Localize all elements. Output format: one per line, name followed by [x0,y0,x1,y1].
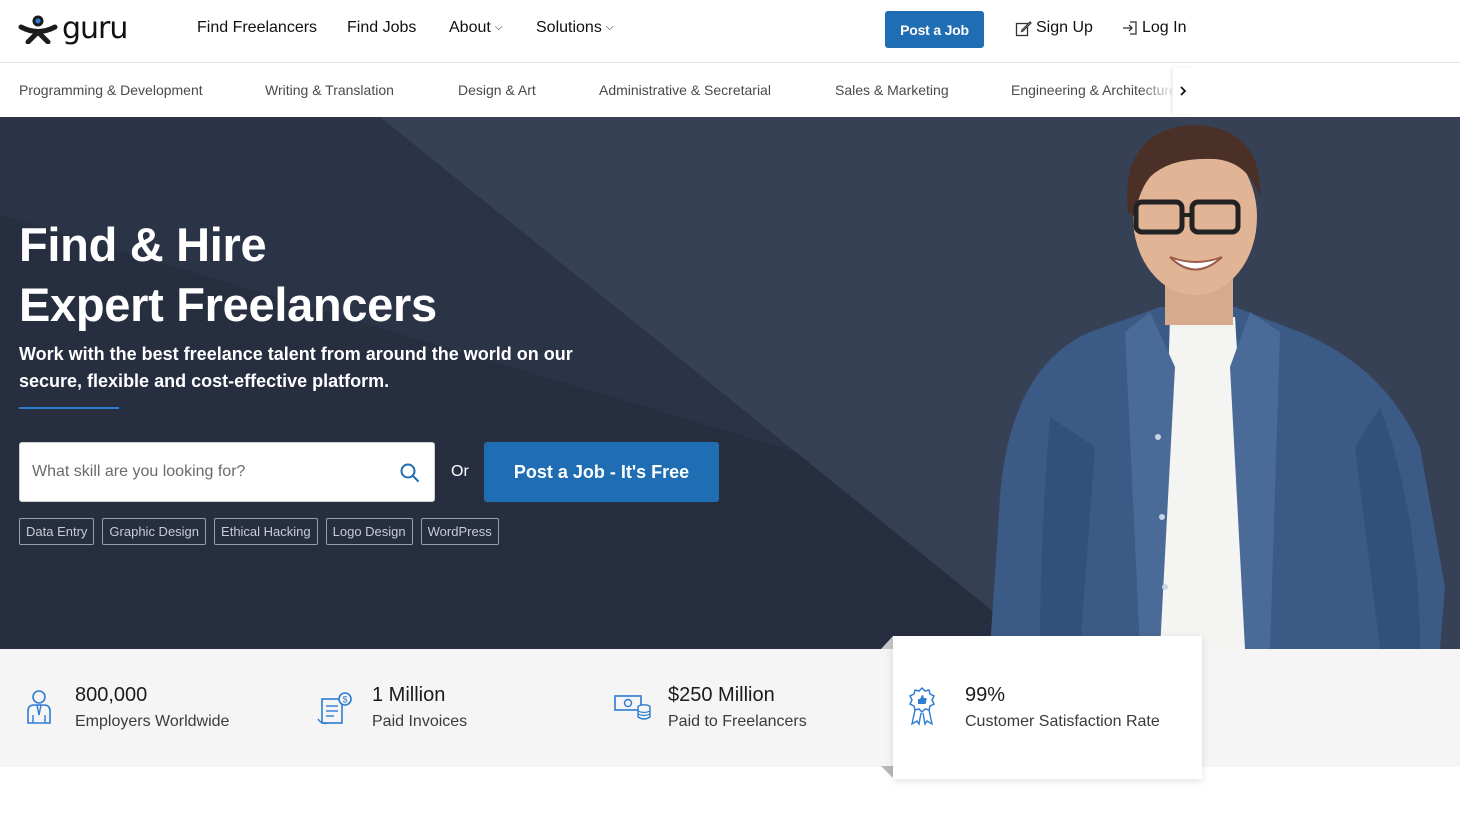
brand-name: guru [62,11,128,46]
stat-invoices-value: 1 Million [372,684,446,706]
category-sales[interactable]: Sales & Marketing [835,82,949,98]
hero-subtitle: Work with the best freelance talent from… [19,344,573,391]
category-writing[interactable]: Writing & Translation [265,82,394,98]
stat-employers-label: Employers Worldwide [75,713,230,730]
popular-skill-chips: Data Entry Graphic Design Ethical Hackin… [19,518,499,545]
money-icon [614,695,651,720]
stats-strip: 800,000 Employers Worldwide $ 1 Million … [0,649,1460,767]
log-in-label: Log In [1142,19,1187,36]
category-design[interactable]: Design & Art [458,82,536,98]
skill-chip-logo-design[interactable]: Logo Design [325,518,413,545]
edit-icon [1015,20,1032,36]
login-icon [1123,21,1137,35]
skill-chip-wordpress[interactable]: WordPress [420,518,499,545]
or-label: Or [451,463,469,480]
post-job-free-button[interactable]: Post a Job - It's Free [484,442,719,502]
hero-title: Find & Hire Expert Freelancers [19,215,437,335]
stat-satisfaction-value: 99% [965,684,1006,706]
skill-chip-data-entry[interactable]: Data Entry [19,518,95,545]
chevron-right-icon [1180,86,1187,96]
hero-divider [19,407,119,409]
stat-satisfaction-label: Customer Satisfaction Rate [965,713,1160,730]
skill-chip-ethical-hacking[interactable]: Ethical Hacking [214,518,318,545]
hero-title-line2: Expert Freelancers [19,278,437,331]
category-fade [1140,64,1176,117]
nav-find-freelancers[interactable]: Find Freelancers [197,19,317,37]
nav-about-label: About [449,19,491,36]
chevron-down-icon: ⌵ [605,22,614,33]
stat-invoices-label: Paid Invoices [372,713,468,730]
award-badge-icon [908,686,936,726]
skill-search-box [19,442,435,502]
stat-paid-value: $250 Million [668,684,775,706]
search-icon[interactable] [398,461,422,485]
post-job-button[interactable]: Post a Job [885,11,984,48]
card-fold-top [881,636,893,649]
stat-invoices: $ 1 Million Paid Invoices [300,649,600,767]
svg-text:$: $ [343,695,348,705]
guru-logo[interactable]: guru [18,11,128,46]
hero-section: Find & Hire Expert Freelancers Work with… [0,117,1460,649]
sign-up-label: Sign Up [1036,19,1093,36]
nav-about[interactable]: About ⌵ [449,19,502,37]
category-programming[interactable]: Programming & Development [19,82,203,98]
category-administrative[interactable]: Administrative & Secretarial [599,82,771,98]
stat-paid: $250 Million Paid to Freelancers [600,649,890,767]
card-fold-bottom [881,766,893,778]
skill-chip-graphic-design[interactable]: Graphic Design [102,518,207,545]
invoice-icon: $ [317,692,352,725]
nav-solutions[interactable]: Solutions ⌵ [536,19,613,37]
employer-icon [27,690,51,724]
stat-satisfaction-card: 99% Customer Satisfaction Rate [893,636,1202,779]
guru-logo-icon [18,15,58,44]
nav-solutions-label: Solutions [536,19,602,36]
skill-search-input[interactable] [20,443,390,501]
stat-employers-value: 800,000 [75,684,148,706]
sign-up-link[interactable]: Sign Up [1015,19,1093,37]
stat-employers: 800,000 Employers Worldwide [0,649,300,767]
top-navigation: guru Find Freelancers Find Jobs About ⌵ S… [0,0,1460,63]
log-in-link[interactable]: Log In [1122,19,1186,37]
category-bar: Programming & Development Writing & Tran… [0,64,1460,117]
nav-find-jobs[interactable]: Find Jobs [347,19,416,37]
stat-paid-label: Paid to Freelancers [668,713,807,730]
chevron-down-icon: ⌵ [494,22,503,33]
hero-title-line1: Find & Hire [19,218,267,271]
category-scroll-right-button[interactable] [1173,68,1193,114]
